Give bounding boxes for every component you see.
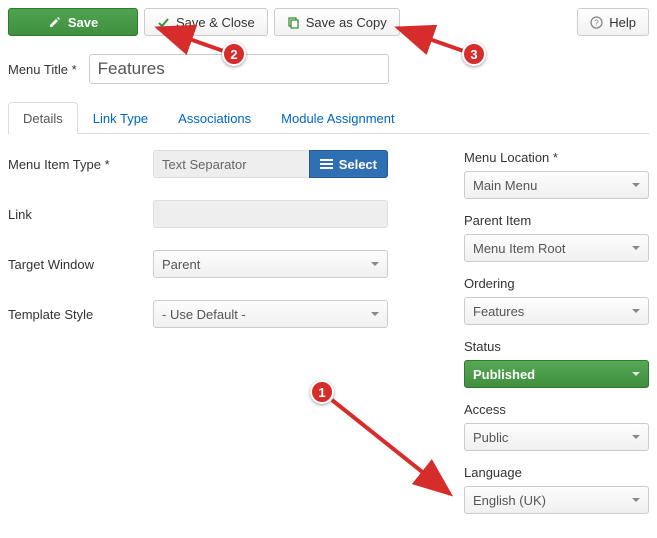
right-column: Menu Location * Main Menu Parent Item Me… <box>464 150 649 514</box>
question-icon: ? <box>590 16 603 29</box>
tab-link-type[interactable]: Link Type <box>78 102 163 134</box>
save-copy-button[interactable]: Save as Copy <box>274 8 400 36</box>
save-close-label: Save & Close <box>176 15 255 30</box>
help-label: Help <box>609 15 636 30</box>
menu-location-select[interactable]: Main Menu <box>464 171 649 199</box>
parent-item-select[interactable]: Menu Item Root <box>464 234 649 262</box>
copy-icon <box>287 16 300 29</box>
menu-title-input[interactable] <box>89 54 389 84</box>
save-copy-label: Save as Copy <box>306 15 387 30</box>
tabs: Details Link Type Associations Module As… <box>8 102 649 134</box>
ordering-select[interactable]: Features <box>464 297 649 325</box>
status-select[interactable]: Published <box>464 360 649 388</box>
save-label: Save <box>68 15 98 30</box>
save-close-button[interactable]: Save & Close <box>144 8 268 36</box>
menu-item-type-label: Menu Item Type * <box>8 157 153 172</box>
pencil-icon <box>48 15 62 29</box>
status-label: Status <box>464 339 649 354</box>
menu-item-type-row: Text Separator Select <box>153 150 388 178</box>
link-label: Link <box>8 207 153 222</box>
access-label: Access <box>464 402 649 417</box>
save-button[interactable]: Save <box>8 8 138 36</box>
check-icon <box>157 16 170 29</box>
target-window-select[interactable]: Parent <box>153 250 388 278</box>
svg-text:?: ? <box>595 18 600 27</box>
link-value <box>153 200 388 228</box>
parent-item-label: Parent Item <box>464 213 649 228</box>
tab-module-assignment[interactable]: Module Assignment <box>266 102 409 134</box>
ordering-label: Ordering <box>464 276 649 291</box>
language-select[interactable]: English (UK) <box>464 486 649 514</box>
menu-location-label: Menu Location * <box>464 150 649 165</box>
target-window-label: Target Window <box>8 257 153 272</box>
template-style-label: Template Style <box>8 307 153 322</box>
form-area: Menu Item Type * Text Separator Select L… <box>8 150 649 514</box>
tab-details[interactable]: Details <box>8 102 78 134</box>
title-row: Menu Title * <box>8 54 649 84</box>
template-style-select[interactable]: - Use Default - <box>153 300 388 328</box>
toolbar: Save Save & Close Save as Copy ? Help <box>8 8 649 36</box>
help-button[interactable]: ? Help <box>577 8 649 36</box>
select-button-label: Select <box>339 157 377 172</box>
tab-associations[interactable]: Associations <box>163 102 266 134</box>
language-label: Language <box>464 465 649 480</box>
menu-item-type-select-button[interactable]: Select <box>309 150 388 178</box>
menu-item-type-value: Text Separator <box>153 150 309 178</box>
menu-title-label: Menu Title * <box>8 62 77 77</box>
access-select[interactable]: Public <box>464 423 649 451</box>
left-column: Menu Item Type * Text Separator Select L… <box>8 150 444 514</box>
list-icon <box>320 159 333 170</box>
